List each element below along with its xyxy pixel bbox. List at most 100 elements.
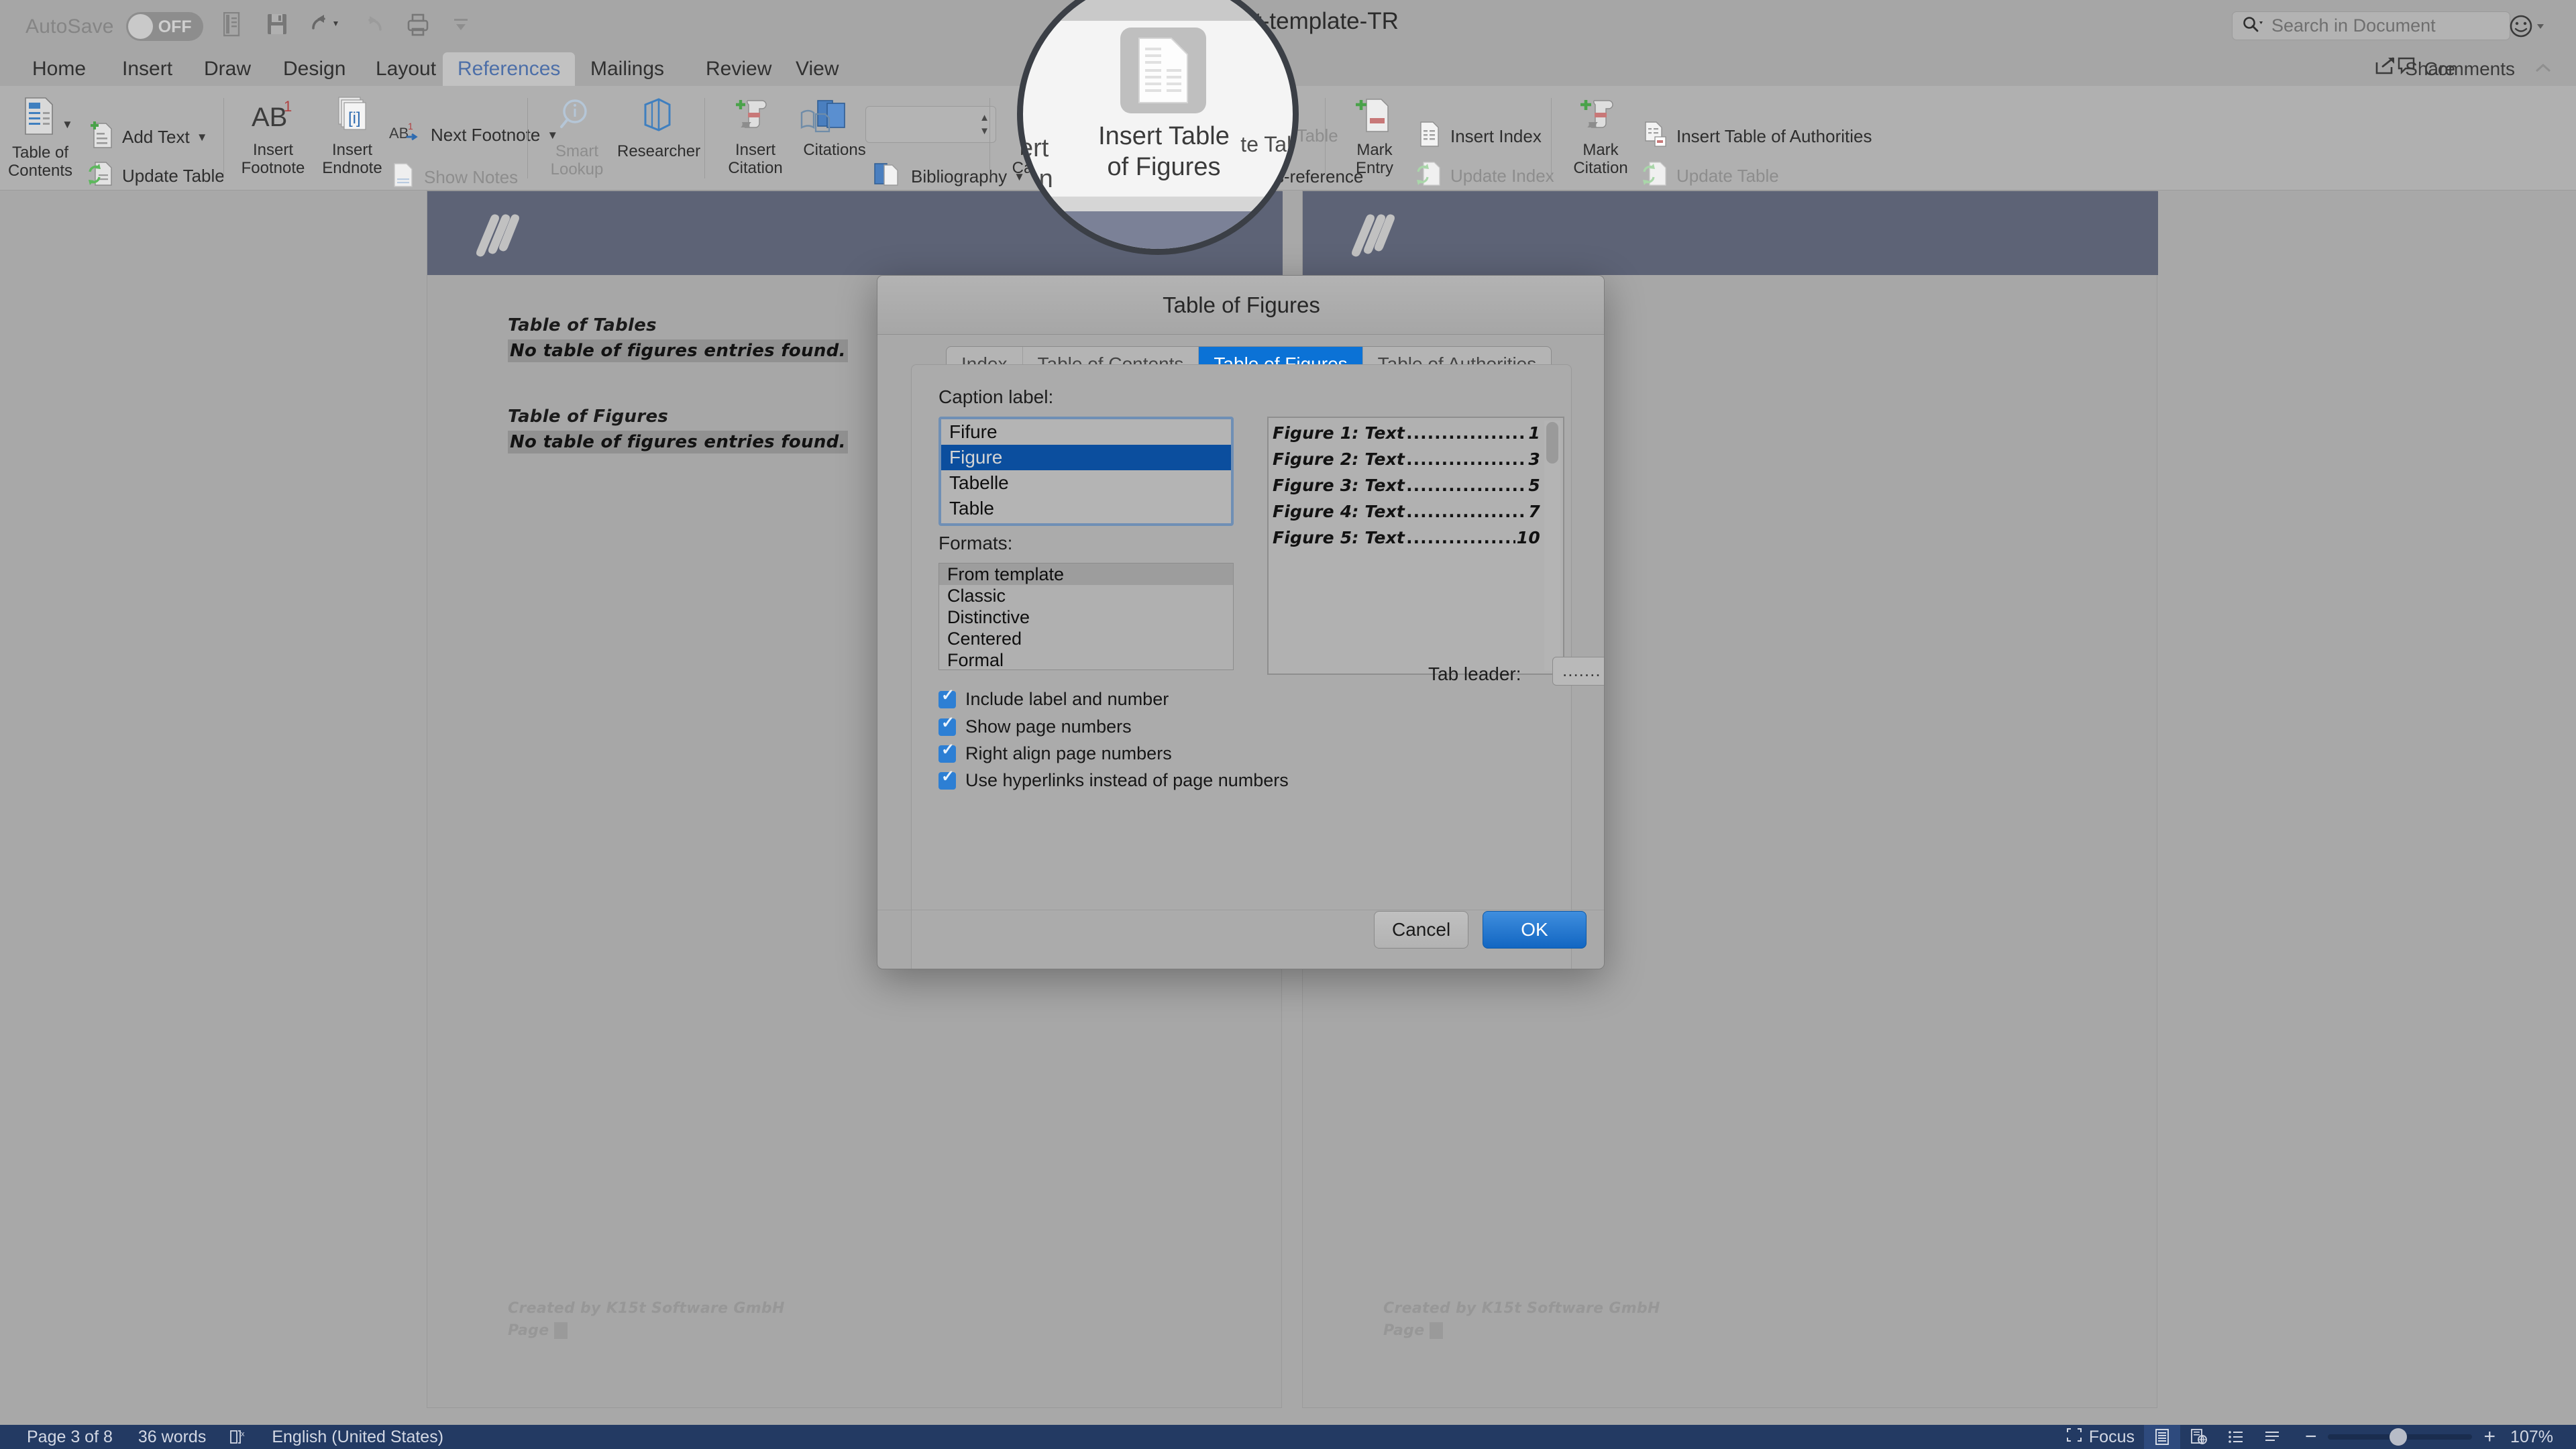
caption-option-tabelle[interactable]: Tabelle: [941, 470, 1231, 496]
checkbox-icon[interactable]: [938, 742, 956, 763]
checkbox-label: Right align page numbers: [965, 743, 1172, 763]
update-table-toc-label: Update Table: [122, 166, 225, 186]
update-table-authorities-button: Update Table: [1642, 160, 1779, 193]
preview-scrollbar[interactable]: [1544, 421, 1560, 671]
preview-row: Figure 3: Text .........................…: [1273, 476, 1540, 495]
tab-layout[interactable]: Layout: [361, 52, 451, 86]
ribbon-separator: [1551, 98, 1552, 178]
tab-mailings[interactable]: Mailings: [576, 52, 679, 86]
update-table-toc-button[interactable]: Update Table: [87, 160, 225, 193]
checkbox-right-align-page-numbers[interactable]: Right align page numbers: [938, 742, 1172, 764]
zoom-out-button[interactable]: −: [2305, 1426, 2317, 1448]
checkbox-icon[interactable]: [938, 688, 956, 708]
tab-insert[interactable]: Insert: [107, 52, 187, 86]
focus-label: Focus: [2088, 1427, 2135, 1446]
mark-citation-button[interactable]: Mark Citation: [1563, 97, 1638, 178]
ribbon-separator: [527, 98, 528, 178]
view-print-layout-button[interactable]: [2143, 1425, 2180, 1449]
preview-rows: Figure 1: Text .........................…: [1273, 423, 1540, 554]
svg-text:1: 1: [284, 98, 292, 115]
next-footnote-button[interactable]: AB 1 Next Footnote ▼: [389, 121, 558, 150]
format-option-formal[interactable]: Formal: [939, 649, 1233, 669]
caption-option-table[interactable]: Table: [941, 496, 1231, 521]
ok-button[interactable]: OK: [1483, 911, 1587, 949]
mark-citation-icon: [1563, 97, 1638, 139]
table-of-figures-dialog[interactable]: Table of Figures Index Table of Contents…: [877, 275, 1605, 969]
focus-button[interactable]: Focus: [2057, 1425, 2144, 1449]
tab-references[interactable]: References: [443, 52, 576, 86]
preview-scrollbar-thumb[interactable]: [1546, 422, 1558, 464]
preview-row: Figure 2: Text .........................…: [1273, 449, 1540, 469]
preview-row-text: Figure 5: Text: [1273, 528, 1405, 547]
preview-row-page: 10: [1516, 528, 1540, 547]
footer-page-number: 3: [1430, 1322, 1443, 1339]
caption-option-fifure[interactable]: Fifure: [941, 419, 1231, 445]
checkbox-use-hyperlinks[interactable]: Use hyperlinks instead of page numbers: [938, 769, 1289, 791]
table-of-contents-button[interactable]: Table of Contents: [4, 97, 76, 180]
search-input[interactable]: Search in Document: [2232, 11, 2510, 40]
tab-review[interactable]: Review: [691, 52, 786, 86]
zoom-slider[interactable]: [2327, 1428, 2472, 1446]
zoom-level[interactable]: 107%: [2510, 1428, 2553, 1447]
view-draft-button[interactable]: [2254, 1425, 2290, 1449]
format-option-from-template[interactable]: From template: [939, 564, 1233, 585]
insert-citation-button[interactable]: Insert Citation: [718, 97, 793, 178]
search-icon: [2242, 15, 2265, 36]
tab-design[interactable]: Design: [268, 52, 360, 86]
format-option-distinctive[interactable]: Distinctive: [939, 606, 1233, 628]
caption-label-listbox[interactable]: Fifure Figure Tabelle Table: [938, 417, 1234, 526]
mark-citation-label: Mark Citation: [1573, 140, 1628, 177]
table-of-contents-chevron-down-icon[interactable]: ▼: [62, 118, 73, 131]
tab-leader-select[interactable]: ....... ⌃⌄: [1552, 657, 1604, 686]
citation-style-stepper-icon[interactable]: ▲ ▼: [979, 111, 989, 138]
proofing-errors-icon[interactable]: x: [229, 1428, 249, 1446]
checkbox-include-label-and-number[interactable]: Include label and number: [938, 688, 1169, 710]
ribbon-separator: [1325, 98, 1326, 178]
word-count[interactable]: 36 words: [138, 1428, 206, 1447]
mark-entry-button[interactable]: Mark Entry: [1338, 97, 1411, 178]
checkbox-icon[interactable]: [938, 769, 956, 790]
page-indicator[interactable]: Page 3 of 8: [27, 1428, 113, 1447]
formats-listbox[interactable]: From template Classic Distinctive Center…: [938, 563, 1234, 670]
checkbox-label: Include label and number: [965, 689, 1169, 709]
preview-row-text: Figure 2: Text: [1273, 449, 1405, 469]
tab-view[interactable]: View: [781, 52, 853, 86]
researcher-button[interactable]: Researcher: [617, 97, 700, 161]
cancel-button[interactable]: Cancel: [1374, 911, 1469, 949]
caption-option-figure[interactable]: Figure: [941, 445, 1231, 470]
share-icon: [2375, 52, 2398, 86]
account-icon[interactable]: [2508, 12, 2549, 44]
insert-index-icon: [1415, 119, 1444, 154]
insert-footnote-button[interactable]: AB 1 Insert Footnote: [236, 97, 310, 178]
footer-page-number: 2: [554, 1322, 568, 1339]
bibliography-label: Bibliography: [911, 166, 1008, 186]
add-text-chevron-down-icon[interactable]: ▼: [197, 131, 208, 144]
ribbon-separator: [704, 98, 705, 178]
insert-endnote-button[interactable]: [i] Insert Endnote: [315, 95, 389, 178]
k15t-logo-icon: [1352, 214, 1395, 257]
checkbox-icon[interactable]: [938, 715, 956, 736]
insert-index-button[interactable]: Insert Index: [1415, 119, 1542, 154]
footer-credit: Created by K15t Software GmbH: [508, 1300, 785, 1317]
insert-table-of-authorities-button[interactable]: Insert Table of Authorities: [1642, 119, 1872, 154]
language-indicator[interactable]: English (United States): [272, 1428, 443, 1447]
zoom-slider-thumb[interactable]: [2389, 1428, 2407, 1446]
preview-pane: Figure 1: Text .........................…: [1267, 417, 1564, 675]
format-option-centered[interactable]: Centered: [939, 628, 1233, 649]
citation-style-combo[interactable]: ▲ ▼: [865, 106, 996, 143]
format-option-classic[interactable]: Classic: [939, 585, 1233, 606]
lens-ghost-right-text: te Tabl: [1240, 132, 1299, 156]
preview-row-page: 7: [1528, 502, 1540, 521]
view-outline-button[interactable]: [2218, 1425, 2254, 1449]
insert-endnote-label: Insert Endnote: [322, 140, 382, 177]
lens-button-highlight[interactable]: [1120, 28, 1206, 113]
view-web-layout-button[interactable]: [2180, 1425, 2218, 1449]
preview-row-text: Figure 3: Text: [1273, 476, 1405, 495]
tab-home[interactable]: Home: [17, 52, 101, 86]
tab-draw[interactable]: Draw: [189, 52, 266, 86]
comments-button[interactable]: Comments: [2397, 52, 2553, 86]
zoom-in-button[interactable]: +: [2484, 1426, 2496, 1448]
collapse-ribbon-icon[interactable]: [2533, 52, 2553, 86]
add-text-button[interactable]: Add Text ▼: [87, 119, 208, 155]
checkbox-show-page-numbers[interactable]: Show page numbers: [938, 715, 1132, 737]
